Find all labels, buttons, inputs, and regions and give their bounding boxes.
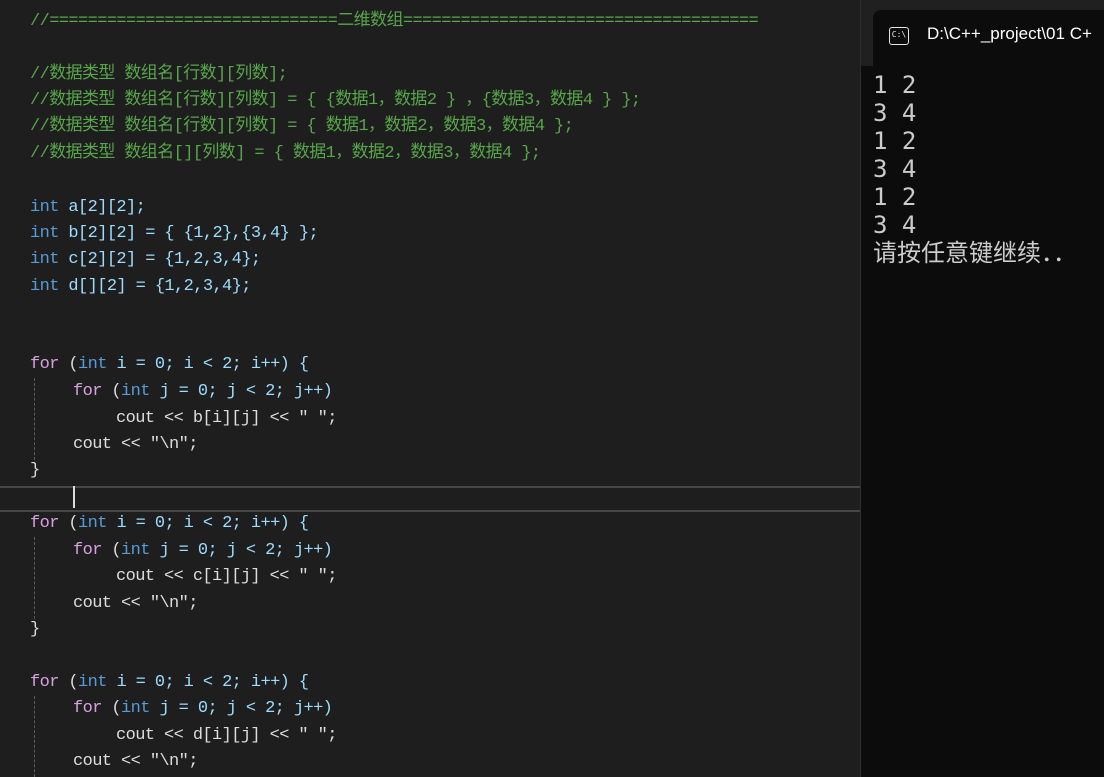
- code-line: for (int j = 0; j < 2; j++): [73, 696, 333, 722]
- indent-guide: [34, 696, 35, 777]
- code-line: cout << d[i][j] << " ";: [116, 726, 337, 745]
- comment-line: //数据类型 数组名[][列数] = { 数据1，数据2，数据3，数据4 };: [30, 144, 541, 163]
- code-line: int b[2][2] = { {1,2},{3,4} };: [30, 221, 319, 247]
- code-line: cout << b[i][j] << " ";: [116, 409, 337, 428]
- keyword: int: [121, 699, 150, 718]
- indent-guide: [34, 537, 35, 619]
- keyword: for: [30, 355, 59, 374]
- loop-header: i = 0; i < 2; i++) {: [106, 514, 309, 533]
- keyword: for: [73, 541, 102, 560]
- keyword: int: [30, 198, 59, 217]
- loop-header: i = 0; i < 2; i++) {: [106, 355, 309, 374]
- keyword: int: [78, 673, 107, 692]
- comment-line: //==============================二维数组====…: [30, 12, 759, 31]
- code-line: int a[2][2];: [30, 195, 146, 221]
- console-output-line: 3 4: [873, 99, 917, 127]
- close-brace: }: [30, 461, 40, 480]
- console-output-line: 1 2: [873, 183, 917, 211]
- code-line: for (int i = 0; i < 2; i++) {: [30, 511, 309, 537]
- code-line: cout << c[i][j] << " ";: [116, 567, 337, 586]
- declaration: c[2][2] = {1,2,3,4};: [58, 250, 261, 269]
- console-output-line: 3 4: [873, 155, 917, 183]
- console-tab-bar: C:\ D:\C++_project\01 C+: [861, 0, 1104, 66]
- console-window[interactable]: C:\ D:\C++_project\01 C+ 1 2 3 4 1 2 3 4…: [860, 0, 1104, 777]
- paren: (: [58, 673, 79, 692]
- keyword: int: [78, 514, 107, 533]
- loop-header: j = 0; j < 2; j++): [149, 699, 333, 718]
- code-line: cout << "\n";: [73, 435, 198, 454]
- paren: (: [101, 541, 122, 560]
- code-line: int d[][2] = {1,2,3,4};: [30, 274, 251, 300]
- keyword: for: [73, 699, 102, 718]
- keyword: int: [30, 224, 59, 243]
- comment-line: //数据类型 数组名[行数][列数] = { 数据1，数据2，数据3，数据4 }…: [30, 117, 574, 136]
- code-line: for (int j = 0; j < 2; j++): [73, 379, 333, 405]
- code-line: cout << "\n";: [73, 594, 198, 613]
- console-output-line: 1 2: [873, 71, 917, 99]
- close-brace: }: [30, 620, 40, 639]
- current-line-highlight: [0, 486, 860, 512]
- loop-header: j = 0; j < 2; j++): [149, 541, 333, 560]
- indent-guide: [34, 378, 35, 460]
- keyword: for: [73, 382, 102, 401]
- keyword: int: [78, 355, 107, 374]
- loop-header: j = 0; j < 2; j++): [149, 382, 333, 401]
- terminal-icon: C:\: [889, 27, 909, 45]
- comment-line: //数据类型 数组名[行数][列数];: [30, 65, 288, 84]
- text-caret: [73, 486, 75, 508]
- keyword: int: [121, 541, 150, 560]
- console-output-line: 3 4: [873, 211, 917, 239]
- code-line: for (int i = 0; i < 2; i++) {: [30, 352, 309, 378]
- keyword: for: [30, 673, 59, 692]
- code-line: for (int j = 0; j < 2; j++): [73, 538, 333, 564]
- paren: (: [101, 699, 122, 718]
- loop-header: i = 0; i < 2; i++) {: [106, 673, 309, 692]
- declaration: a[2][2];: [58, 198, 146, 217]
- console-output-line: 请按任意键继续．．: [873, 239, 1077, 267]
- code-editor[interactable]: //==============================二维数组====…: [0, 0, 860, 777]
- declaration: b[2][2] = { {1,2},{3,4} };: [58, 224, 319, 243]
- console-tab[interactable]: C:\ D:\C++_project\01 C+: [873, 10, 1104, 66]
- keyword: for: [30, 514, 59, 533]
- paren: (: [58, 355, 79, 374]
- code-line: int c[2][2] = {1,2,3,4};: [30, 247, 261, 273]
- declaration: d[][2] = {1,2,3,4};: [58, 277, 251, 296]
- comment-line: //数据类型 数组名[行数][列数] = { {数据1，数据2 } ，{数据3，…: [30, 91, 641, 110]
- keyword: int: [121, 382, 150, 401]
- paren: (: [101, 382, 122, 401]
- paren: (: [58, 514, 79, 533]
- keyword: int: [30, 277, 59, 296]
- console-output-line: 1 2: [873, 127, 917, 155]
- console-tab-title: D:\C++_project\01 C+: [927, 24, 1092, 43]
- code-line: cout << "\n";: [73, 752, 198, 771]
- keyword: int: [30, 250, 59, 269]
- code-line: for (int i = 0; i < 2; i++) {: [30, 670, 309, 696]
